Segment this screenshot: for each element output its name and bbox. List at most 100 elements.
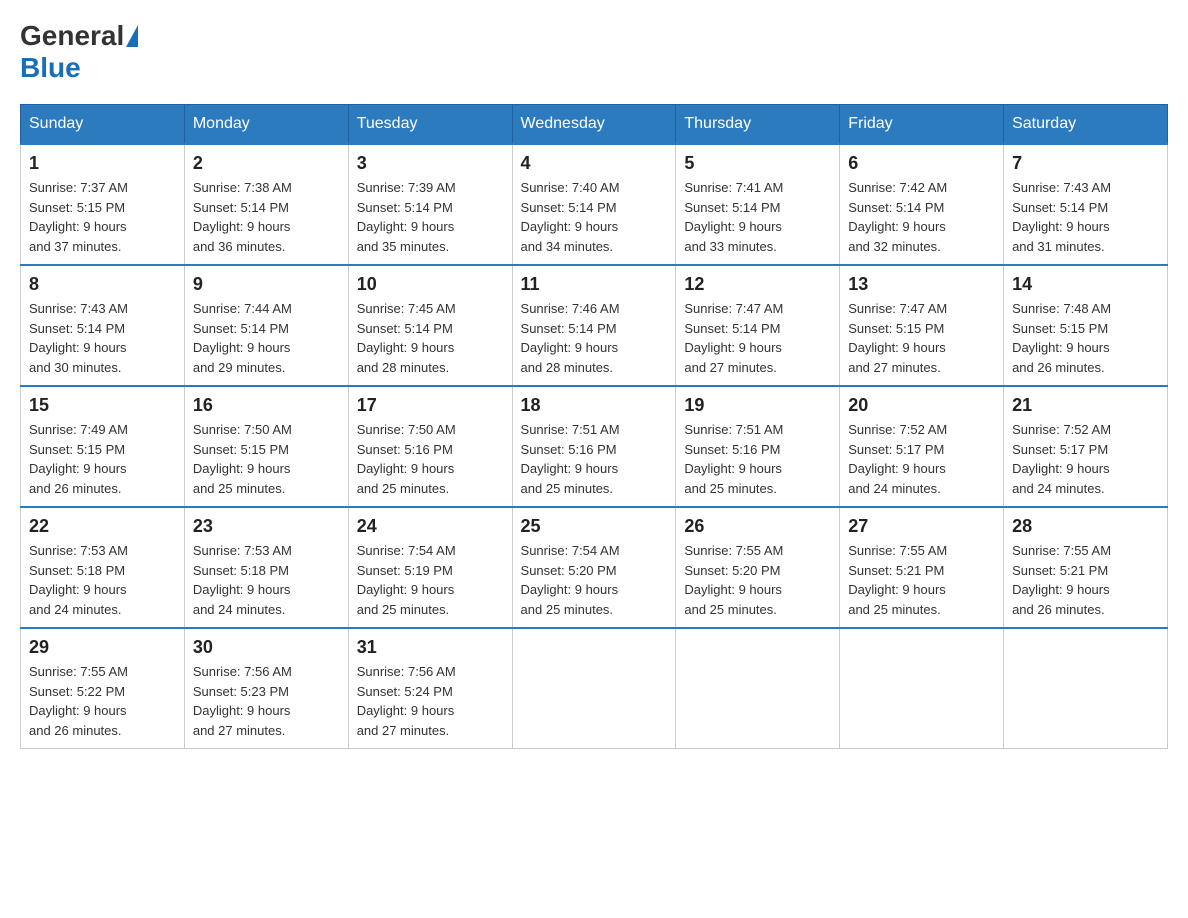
day-info: Sunrise: 7:39 AM Sunset: 5:14 PM Dayligh… — [357, 178, 504, 256]
logo-triangle-icon — [126, 25, 138, 47]
day-info: Sunrise: 7:42 AM Sunset: 5:14 PM Dayligh… — [848, 178, 995, 256]
day-number: 5 — [684, 153, 831, 174]
day-number: 11 — [521, 274, 668, 295]
logo: General Blue — [20, 20, 140, 84]
calendar-cell: 16 Sunrise: 7:50 AM Sunset: 5:15 PM Dayl… — [184, 386, 348, 507]
day-info: Sunrise: 7:53 AM Sunset: 5:18 PM Dayligh… — [193, 541, 340, 619]
day-number: 19 — [684, 395, 831, 416]
day-number: 22 — [29, 516, 176, 537]
day-number: 15 — [29, 395, 176, 416]
logo-general-text: General — [20, 20, 124, 52]
day-number: 28 — [1012, 516, 1159, 537]
calendar-cell: 28 Sunrise: 7:55 AM Sunset: 5:21 PM Dayl… — [1004, 507, 1168, 628]
calendar-cell: 29 Sunrise: 7:55 AM Sunset: 5:22 PM Dayl… — [21, 628, 185, 749]
day-info: Sunrise: 7:43 AM Sunset: 5:14 PM Dayligh… — [29, 299, 176, 377]
day-number: 6 — [848, 153, 995, 174]
calendar-cell: 31 Sunrise: 7:56 AM Sunset: 5:24 PM Dayl… — [348, 628, 512, 749]
week-row-5: 29 Sunrise: 7:55 AM Sunset: 5:22 PM Dayl… — [21, 628, 1168, 749]
day-info: Sunrise: 7:49 AM Sunset: 5:15 PM Dayligh… — [29, 420, 176, 498]
calendar-cell: 18 Sunrise: 7:51 AM Sunset: 5:16 PM Dayl… — [512, 386, 676, 507]
week-row-1: 1 Sunrise: 7:37 AM Sunset: 5:15 PM Dayli… — [21, 144, 1168, 265]
calendar-cell: 10 Sunrise: 7:45 AM Sunset: 5:14 PM Dayl… — [348, 265, 512, 386]
day-number: 2 — [193, 153, 340, 174]
day-number: 21 — [1012, 395, 1159, 416]
calendar-table: SundayMondayTuesdayWednesdayThursdayFrid… — [20, 104, 1168, 749]
calendar-cell: 27 Sunrise: 7:55 AM Sunset: 5:21 PM Dayl… — [840, 507, 1004, 628]
calendar-cell: 8 Sunrise: 7:43 AM Sunset: 5:14 PM Dayli… — [21, 265, 185, 386]
page-header: General Blue — [20, 20, 1168, 84]
calendar-cell: 14 Sunrise: 7:48 AM Sunset: 5:15 PM Dayl… — [1004, 265, 1168, 386]
calendar-cell: 22 Sunrise: 7:53 AM Sunset: 5:18 PM Dayl… — [21, 507, 185, 628]
day-info: Sunrise: 7:43 AM Sunset: 5:14 PM Dayligh… — [1012, 178, 1159, 256]
day-header-monday: Monday — [184, 105, 348, 145]
week-row-4: 22 Sunrise: 7:53 AM Sunset: 5:18 PM Dayl… — [21, 507, 1168, 628]
day-info: Sunrise: 7:47 AM Sunset: 5:14 PM Dayligh… — [684, 299, 831, 377]
day-info: Sunrise: 7:51 AM Sunset: 5:16 PM Dayligh… — [684, 420, 831, 498]
calendar-header-row: SundayMondayTuesdayWednesdayThursdayFrid… — [21, 105, 1168, 145]
day-info: Sunrise: 7:55 AM Sunset: 5:20 PM Dayligh… — [684, 541, 831, 619]
week-row-2: 8 Sunrise: 7:43 AM Sunset: 5:14 PM Dayli… — [21, 265, 1168, 386]
day-header-sunday: Sunday — [21, 105, 185, 145]
day-header-tuesday: Tuesday — [348, 105, 512, 145]
day-info: Sunrise: 7:52 AM Sunset: 5:17 PM Dayligh… — [1012, 420, 1159, 498]
calendar-cell: 3 Sunrise: 7:39 AM Sunset: 5:14 PM Dayli… — [348, 144, 512, 265]
day-header-friday: Friday — [840, 105, 1004, 145]
calendar-cell: 20 Sunrise: 7:52 AM Sunset: 5:17 PM Dayl… — [840, 386, 1004, 507]
day-number: 8 — [29, 274, 176, 295]
calendar-cell: 2 Sunrise: 7:38 AM Sunset: 5:14 PM Dayli… — [184, 144, 348, 265]
logo-blue-text: Blue — [20, 52, 81, 83]
week-row-3: 15 Sunrise: 7:49 AM Sunset: 5:15 PM Dayl… — [21, 386, 1168, 507]
calendar-cell — [676, 628, 840, 749]
calendar-cell: 11 Sunrise: 7:46 AM Sunset: 5:14 PM Dayl… — [512, 265, 676, 386]
day-info: Sunrise: 7:41 AM Sunset: 5:14 PM Dayligh… — [684, 178, 831, 256]
calendar-cell: 30 Sunrise: 7:56 AM Sunset: 5:23 PM Dayl… — [184, 628, 348, 749]
day-info: Sunrise: 7:47 AM Sunset: 5:15 PM Dayligh… — [848, 299, 995, 377]
day-header-saturday: Saturday — [1004, 105, 1168, 145]
day-info: Sunrise: 7:45 AM Sunset: 5:14 PM Dayligh… — [357, 299, 504, 377]
calendar-cell: 9 Sunrise: 7:44 AM Sunset: 5:14 PM Dayli… — [184, 265, 348, 386]
day-number: 26 — [684, 516, 831, 537]
day-number: 29 — [29, 637, 176, 658]
day-number: 27 — [848, 516, 995, 537]
calendar-cell: 4 Sunrise: 7:40 AM Sunset: 5:14 PM Dayli… — [512, 144, 676, 265]
day-info: Sunrise: 7:52 AM Sunset: 5:17 PM Dayligh… — [848, 420, 995, 498]
day-info: Sunrise: 7:50 AM Sunset: 5:16 PM Dayligh… — [357, 420, 504, 498]
day-header-thursday: Thursday — [676, 105, 840, 145]
day-info: Sunrise: 7:54 AM Sunset: 5:20 PM Dayligh… — [521, 541, 668, 619]
day-number: 13 — [848, 274, 995, 295]
calendar-cell: 17 Sunrise: 7:50 AM Sunset: 5:16 PM Dayl… — [348, 386, 512, 507]
day-info: Sunrise: 7:40 AM Sunset: 5:14 PM Dayligh… — [521, 178, 668, 256]
calendar-cell: 25 Sunrise: 7:54 AM Sunset: 5:20 PM Dayl… — [512, 507, 676, 628]
calendar-cell — [840, 628, 1004, 749]
day-number: 12 — [684, 274, 831, 295]
calendar-cell — [1004, 628, 1168, 749]
calendar-cell — [512, 628, 676, 749]
day-info: Sunrise: 7:54 AM Sunset: 5:19 PM Dayligh… — [357, 541, 504, 619]
day-number: 25 — [521, 516, 668, 537]
day-info: Sunrise: 7:50 AM Sunset: 5:15 PM Dayligh… — [193, 420, 340, 498]
day-number: 16 — [193, 395, 340, 416]
day-number: 4 — [521, 153, 668, 174]
day-number: 3 — [357, 153, 504, 174]
calendar-cell: 24 Sunrise: 7:54 AM Sunset: 5:19 PM Dayl… — [348, 507, 512, 628]
day-info: Sunrise: 7:56 AM Sunset: 5:23 PM Dayligh… — [193, 662, 340, 740]
day-info: Sunrise: 7:51 AM Sunset: 5:16 PM Dayligh… — [521, 420, 668, 498]
day-number: 14 — [1012, 274, 1159, 295]
calendar-cell: 26 Sunrise: 7:55 AM Sunset: 5:20 PM Dayl… — [676, 507, 840, 628]
calendar-cell: 19 Sunrise: 7:51 AM Sunset: 5:16 PM Dayl… — [676, 386, 840, 507]
day-info: Sunrise: 7:55 AM Sunset: 5:22 PM Dayligh… — [29, 662, 176, 740]
calendar-cell: 23 Sunrise: 7:53 AM Sunset: 5:18 PM Dayl… — [184, 507, 348, 628]
day-number: 31 — [357, 637, 504, 658]
day-info: Sunrise: 7:53 AM Sunset: 5:18 PM Dayligh… — [29, 541, 176, 619]
day-number: 10 — [357, 274, 504, 295]
day-info: Sunrise: 7:56 AM Sunset: 5:24 PM Dayligh… — [357, 662, 504, 740]
calendar-cell: 6 Sunrise: 7:42 AM Sunset: 5:14 PM Dayli… — [840, 144, 1004, 265]
day-number: 7 — [1012, 153, 1159, 174]
day-number: 24 — [357, 516, 504, 537]
day-info: Sunrise: 7:55 AM Sunset: 5:21 PM Dayligh… — [848, 541, 995, 619]
day-number: 17 — [357, 395, 504, 416]
day-number: 23 — [193, 516, 340, 537]
day-info: Sunrise: 7:37 AM Sunset: 5:15 PM Dayligh… — [29, 178, 176, 256]
day-number: 18 — [521, 395, 668, 416]
calendar-cell: 21 Sunrise: 7:52 AM Sunset: 5:17 PM Dayl… — [1004, 386, 1168, 507]
